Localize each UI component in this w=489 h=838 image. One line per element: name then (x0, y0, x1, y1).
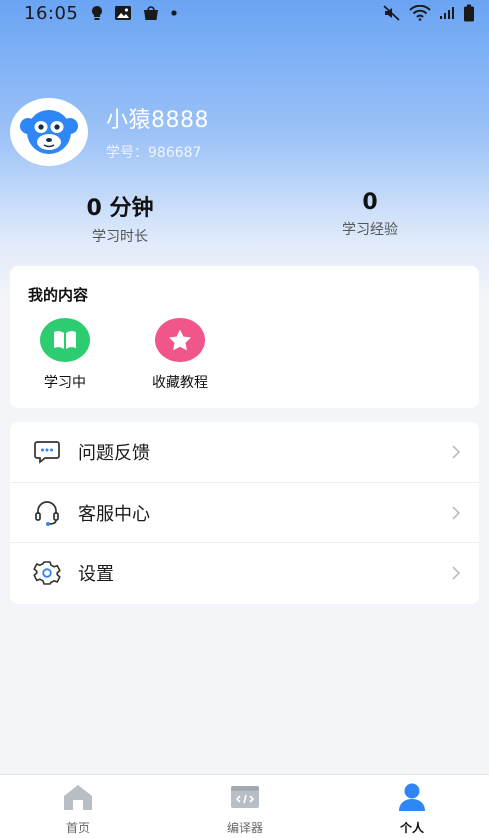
tab-profile[interactable]: 个人 (362, 781, 462, 836)
monkey-avatar-icon[interactable] (10, 98, 88, 166)
experience-label: 学习经验 (342, 222, 398, 238)
chevron-right-icon (451, 565, 461, 585)
shortcut-learning-label: 学习中 (44, 375, 86, 391)
tab-profile-label: 个人 (399, 821, 424, 835)
study-time-label: 学习时长 (92, 229, 148, 245)
dot-icon (170, 9, 178, 17)
chat-bubble-icon (32, 437, 62, 467)
wifi-icon (409, 5, 431, 21)
mute-icon (383, 5, 401, 21)
tab-compiler[interactable]: 编译器 (195, 781, 295, 836)
battery-icon (463, 4, 475, 22)
status-bar: 16:05 (0, 0, 489, 26)
tab-home[interactable]: 首页 (28, 781, 128, 836)
menu-item-feedback-label: 问题反馈 (78, 443, 150, 464)
student-id: 学号：986687 (106, 145, 202, 161)
menu-item-settings[interactable]: 设置 (10, 542, 479, 602)
home-icon (28, 781, 128, 813)
shortcut-favorites-label: 收藏教程 (152, 375, 208, 391)
my-content-title: 我的内容 (28, 286, 89, 304)
shortcut-learning[interactable]: 学习中 (40, 318, 90, 392)
chevron-right-icon (451, 505, 461, 525)
signal-icon (439, 6, 455, 20)
chevron-right-icon (451, 444, 461, 464)
menu-item-customer-service-label: 客服中心 (78, 503, 150, 525)
experience-stat[interactable]: 0 学习经验 (290, 190, 450, 239)
menu-item-customer-service[interactable]: 客服中心 (10, 482, 479, 542)
study-time-stat[interactable]: 0 分钟 学习时长 (40, 190, 200, 246)
user-profile[interactable]: 小猿8888 学号：986687 (10, 98, 209, 166)
study-time-value: 0 分钟 (86, 196, 154, 221)
username: 小猿8888 (106, 108, 209, 133)
code-window-icon (195, 781, 295, 813)
headset-icon (32, 498, 62, 528)
tab-compiler-label: 编译器 (226, 821, 263, 835)
person-icon (362, 781, 462, 813)
star-icon (155, 318, 205, 362)
bulb-icon (90, 5, 104, 21)
status-time: 16:05 (24, 2, 79, 24)
tab-home-label: 首页 (65, 821, 90, 835)
menu-card: 问题反馈 客服中心 设置 (10, 422, 479, 604)
bag-icon (142, 5, 160, 21)
experience-value: 0 (362, 190, 378, 215)
menu-item-settings-label: 设置 (78, 563, 114, 585)
image-icon (114, 5, 132, 21)
book-icon (40, 318, 90, 362)
bottom-tab-bar: 首页 编译器 个人 (0, 774, 489, 838)
my-content-card: 我的内容 学习中 收藏教程 (10, 266, 479, 408)
shortcut-favorites[interactable]: 收藏教程 (152, 318, 208, 392)
menu-item-feedback[interactable]: 问题反馈 (10, 422, 479, 482)
gear-icon (32, 558, 62, 588)
